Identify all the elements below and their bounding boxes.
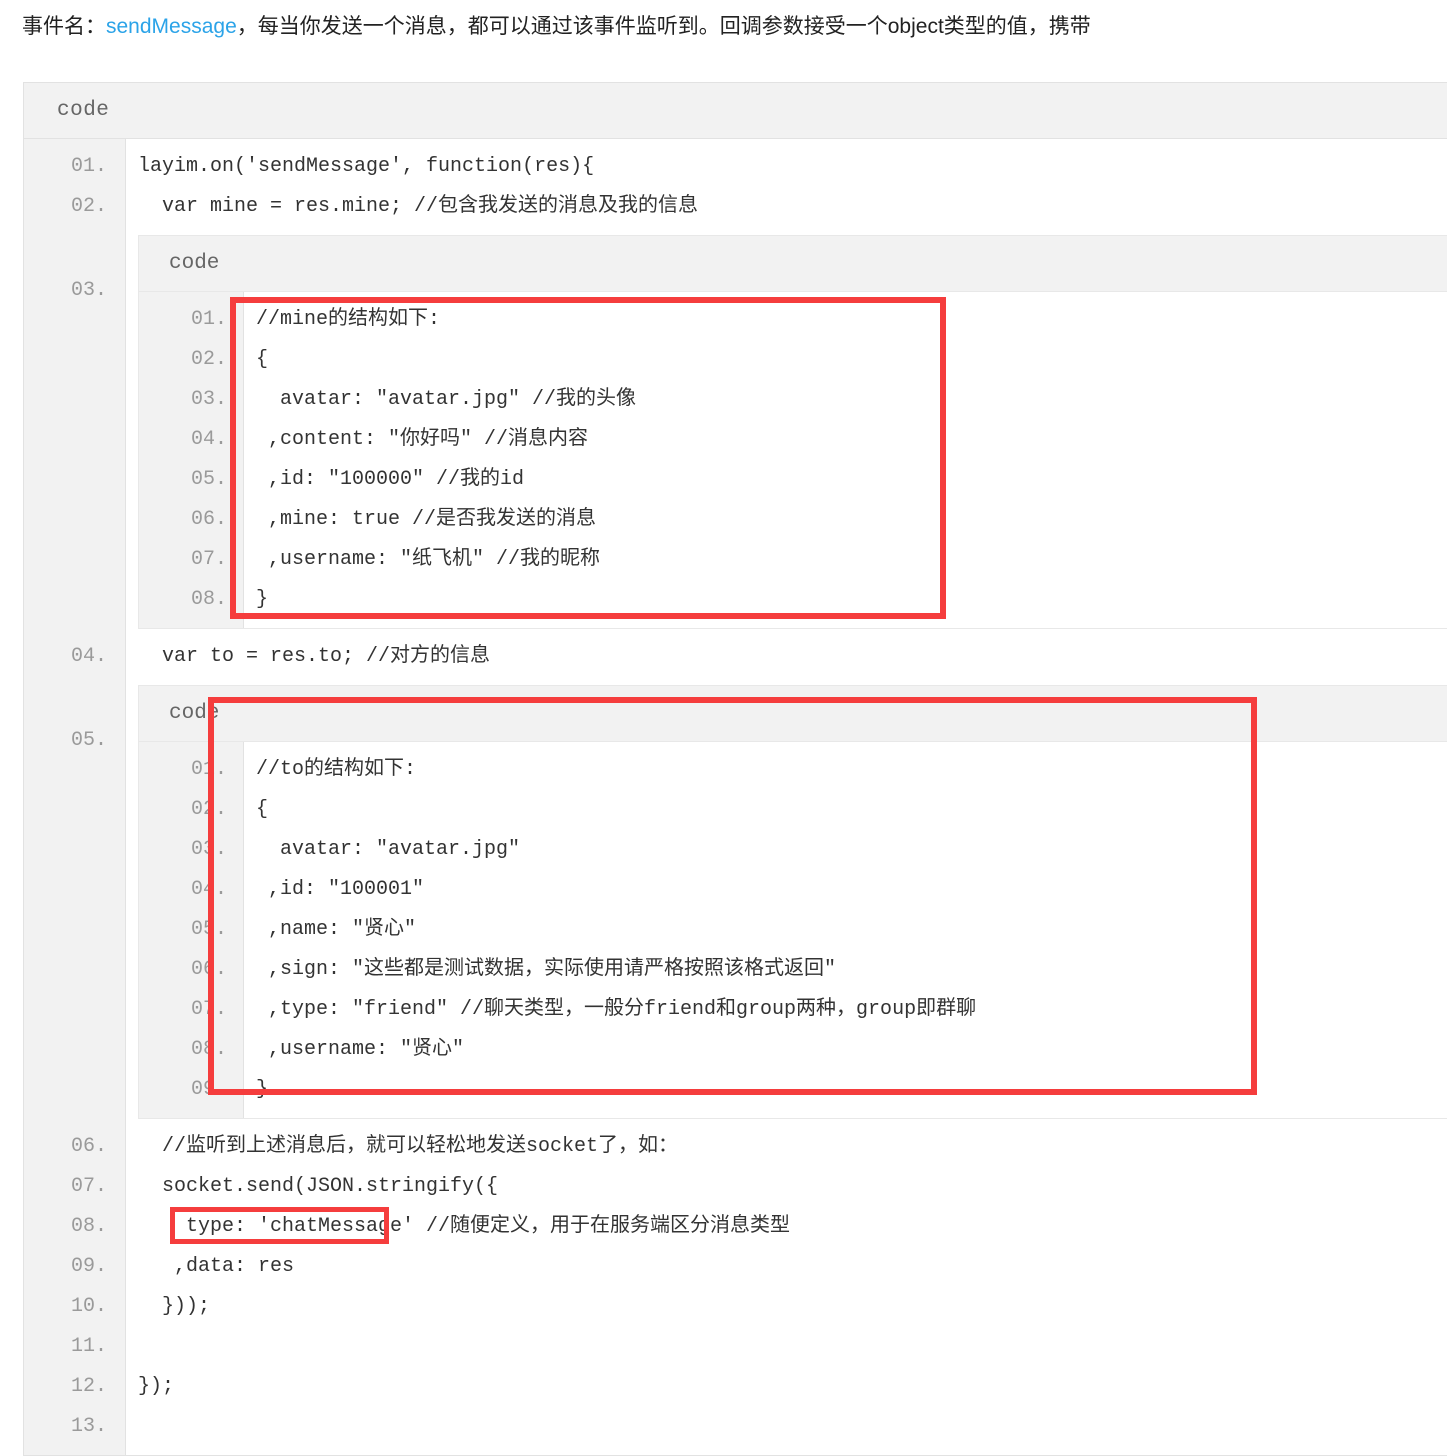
line-number: 04. <box>70 645 107 668</box>
line-number: 08. <box>190 1038 227 1061</box>
code-line: //mine的结构如下: <box>256 308 441 331</box>
line-number: 05. <box>190 468 227 491</box>
line-number: 03. <box>190 388 227 411</box>
code-line: ,name: "贤心" <box>256 918 417 941</box>
line-number: 11. <box>70 1335 107 1358</box>
nested-row-mine: 03. code 01. 02. 03. 04. 05. 06. 07. 08.… <box>24 235 1447 629</box>
outer-lines-bottom: //监听到上述消息后，就可以轻松地发送socket了，如： socket.sen… <box>126 1119 1447 1455</box>
code-line: ,username: "纸飞机" //我的昵称 <box>256 548 601 571</box>
code-line: }); <box>138 1375 175 1398</box>
outer-gutter-05: 05. <box>24 685 126 1119</box>
line-number: 07. <box>190 998 227 1021</box>
send-message-link[interactable]: sendMessage <box>106 15 237 38</box>
line-number: 04. <box>190 878 227 901</box>
nested-gutter-mine: 01. 02. 03. 04. 05. 06. 07. 08. <box>139 292 244 628</box>
code-line: avatar: "avatar.jpg" //我的头像 <box>256 388 637 411</box>
outer-code-body-top: 01. 02. layim.on('sendMessage', function… <box>24 139 1447 235</box>
code-line: ,sign: "这些都是测试数据，实际使用请严格按照该格式返回" <box>256 958 837 981</box>
line-number: 08. <box>190 588 227 611</box>
outer-code-panel: code 01. 02. layim.on('sendMessage', fun… <box>23 82 1447 1456</box>
code-line: ,mine: true //是否我发送的消息 <box>256 508 597 531</box>
code-line: } <box>256 1078 269 1101</box>
outer-code-header-label: code <box>57 99 110 122</box>
nested-code-body-to: 01. 02. 03. 04. 05. 06. 07. 08. 09. //to… <box>139 742 1447 1118</box>
line-number: 02. <box>190 348 227 371</box>
nested-code-header-label: code <box>169 252 220 275</box>
code-line: ,data: res <box>138 1255 295 1278</box>
line-number: 09. <box>70 1255 107 1278</box>
outer-gutter-04: 04. <box>24 629 126 685</box>
line-number: 02. <box>190 798 227 821</box>
code-line: //监听到上述消息后，就可以轻松地发送socket了，如： <box>138 1135 679 1158</box>
nested-wrap-mine: code 01. 02. 03. 04. 05. 06. 07. 08. //m… <box>126 235 1447 629</box>
outer-code-header: code <box>24 83 1447 139</box>
line-number: 05. <box>70 729 107 752</box>
outer-gutter-top: 01. 02. <box>24 139 126 235</box>
code-line: var mine = res.mine; //包含我发送的消息及我的信息 <box>138 195 699 218</box>
nested-row-to: 05. code 01. 02. 03. 04. 05. 06. 07. 08.… <box>24 685 1447 1119</box>
outer-code-body-bottom: 06. 07. 08. 09. 10. 11. 12. 13. //监听到上述消… <box>24 1119 1447 1455</box>
outer-lines-top: layim.on('sendMessage', function(res){ v… <box>126 139 1447 235</box>
nested-wrap-to: code 01. 02. 03. 04. 05. 06. 07. 08. 09. <box>126 685 1447 1119</box>
outer-gutter-03: 03. <box>24 235 126 629</box>
line-number: 04. <box>190 428 227 451</box>
code-line: } <box>256 588 269 611</box>
line-number: 03. <box>70 279 107 302</box>
nested-lines-to: //to的结构如下: { avatar: "avatar.jpg" ,id: "… <box>244 742 1447 1118</box>
line-number: 09. <box>190 1078 227 1101</box>
nested-code-header-mine: code <box>139 236 1447 292</box>
outer-lines-04: var to = res.to; //对方的信息 <box>126 629 1447 685</box>
line-number: 06. <box>190 958 227 981</box>
intro-paragraph: 事件名：sendMessage，每当你发送一个消息，都可以通过该事件监听到。回调… <box>22 12 1447 42</box>
code-line: ,username: "贤心" <box>256 1038 465 1061</box>
line-number: 03. <box>190 838 227 861</box>
line-number: 12. <box>70 1375 107 1398</box>
line-number: 13. <box>70 1415 107 1438</box>
line-number: 01. <box>190 308 227 331</box>
nested-code-header-label: code <box>169 702 220 725</box>
code-line: socket.send(JSON.stringify({ <box>138 1175 499 1198</box>
line-number: 10. <box>70 1295 107 1318</box>
code-line: var to = res.to; //对方的信息 <box>138 645 491 668</box>
line-number: 07. <box>70 1175 107 1198</box>
outer-code-body-04: 04. var to = res.to; //对方的信息 <box>24 629 1447 685</box>
nested-lines-mine: //mine的结构如下: { avatar: "avatar.jpg" //我的… <box>244 292 1447 628</box>
code-line: avatar: "avatar.jpg" <box>256 838 521 861</box>
code-line: //to的结构如下: <box>256 758 417 781</box>
nested-code-panel-to: code 01. 02. 03. 04. 05. 06. 07. 08. 09. <box>138 685 1447 1119</box>
code-line: ,content: "你好吗" //消息内容 <box>256 428 589 451</box>
line-number: 05. <box>190 918 227 941</box>
code-line: })); <box>138 1295 211 1318</box>
code-line: ,id: "100001" <box>256 878 425 901</box>
outer-gutter-bottom: 06. 07. 08. 09. 10. 11. 12. 13. <box>24 1119 126 1455</box>
code-line: layim.on('sendMessage', function(res){ <box>138 155 595 178</box>
line-number: 02. <box>70 195 107 218</box>
line-number: 01. <box>190 758 227 781</box>
code-line: { <box>256 798 269 821</box>
code-line: ,type: "friend" //聊天类型，一般分friend和group两种… <box>256 998 977 1021</box>
code-line: type: 'chatMessage' //随便定义，用于在服务端区分消息类型 <box>138 1215 791 1238</box>
intro-prefix: 事件名： <box>22 15 106 38</box>
intro-suffix: ，每当你发送一个消息，都可以通过该事件监听到。回调参数接受一个object类型的… <box>236 15 1091 38</box>
code-line: { <box>256 348 269 371</box>
nested-code-body-mine: 01. 02. 03. 04. 05. 06. 07. 08. //mine的结… <box>139 292 1447 628</box>
line-number: 08. <box>70 1215 107 1238</box>
line-number: 06. <box>190 508 227 531</box>
nested-code-panel-mine: code 01. 02. 03. 04. 05. 06. 07. 08. //m… <box>138 235 1447 629</box>
nested-code-header-to: code <box>139 686 1447 742</box>
line-number: 07. <box>190 548 227 571</box>
line-number: 01. <box>70 155 107 178</box>
code-line: ,id: "100000" //我的id <box>256 468 525 491</box>
nested-gutter-to: 01. 02. 03. 04. 05. 06. 07. 08. 09. <box>139 742 244 1118</box>
line-number: 06. <box>70 1135 107 1158</box>
